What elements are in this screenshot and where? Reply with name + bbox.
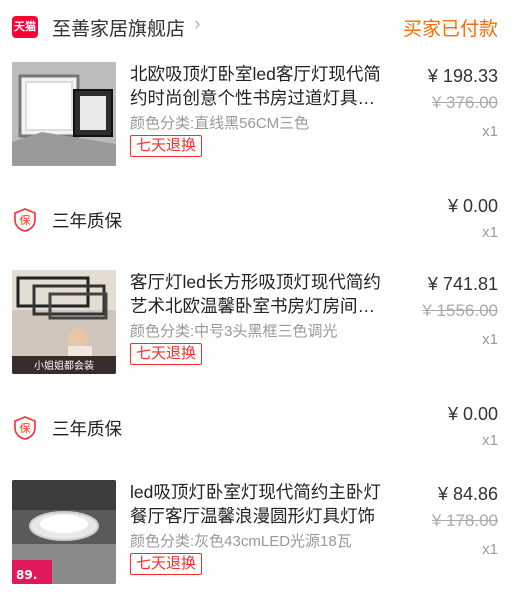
product-title[interactable]: 北欧吸顶灯卧室led客厅灯现代简约时尚创意个性书房过道灯具… [130, 62, 396, 110]
svg-text:小姐姐都会装: 小姐姐都会装 [34, 359, 94, 372]
original-price: ¥ 376.00 [431, 93, 498, 112]
product-title[interactable]: 客厅灯led长方形吸顶灯现代简约艺术北欧温馨卧室书房灯房间… [130, 270, 396, 318]
original-price: ¥ 178.00 [431, 511, 498, 530]
warranty-shield-icon: 保 [14, 208, 36, 232]
product-price: ¥ 198.33 [427, 66, 498, 86]
quantity: x1 [482, 541, 498, 558]
order-item-3[interactable]: 89. led吸顶灯卧室灯现代简约主卧灯餐厅客厅温馨浪漫圆形灯具灯饰 颜色分类:… [0, 480, 518, 592]
order-item-1[interactable]: 北欧吸顶灯卧室led客厅灯现代简约时尚创意个性书房过道灯具… 颜色分类:直线黑5… [0, 62, 518, 174]
svg-text:89.: 89. [16, 568, 37, 582]
seven-day-return-badge: 七天退换 [130, 135, 203, 157]
product-sku: 颜色分类:灰色43cmLED光源18瓦 [130, 533, 352, 550]
warranty-quantity: x1 [482, 432, 498, 449]
svg-text:保: 保 [20, 213, 31, 227]
warranty-label: 三年质保 [52, 419, 122, 439]
svg-text:保: 保 [20, 421, 31, 435]
warranty-price: ¥ 0.00 [447, 404, 498, 424]
product-sku: 颜色分类:中号3头黑框三色调光 [130, 323, 338, 340]
seven-day-return-badge: 七天退换 [130, 553, 203, 575]
seven-day-return-badge: 七天退换 [130, 343, 203, 365]
warranty-label: 三年质保 [52, 211, 122, 231]
product-thumbnail[interactable]: 小姐姐都会装 [12, 270, 116, 374]
product-price: ¥ 84.86 [437, 484, 498, 504]
tmall-logo-icon: 天猫 [12, 16, 38, 38]
chevron-right-icon[interactable]: › [194, 13, 201, 36]
original-price: ¥ 1556.00 [422, 301, 498, 320]
shop-header[interactable]: 天猫 至善家居旗舰店 › 买家已付款 [0, 0, 518, 50]
order-item-2[interactable]: 小姐姐都会装 客厅灯led长方形吸顶灯现代简约艺术北欧温馨卧室书房灯房间… 颜色… [0, 270, 518, 382]
order-status: 买家已付款 [402, 19, 498, 40]
product-thumbnail[interactable] [12, 62, 116, 166]
quantity: x1 [482, 123, 498, 140]
warranty-quantity: x1 [482, 224, 498, 241]
warranty-shield-icon: 保 [14, 416, 36, 440]
product-title[interactable]: led吸顶灯卧室灯现代简约主卧灯餐厅客厅温馨浪漫圆形灯具灯饰 [130, 480, 396, 528]
shop-name[interactable]: 至善家居旗舰店 [52, 14, 185, 41]
warranty-row-1[interactable]: 保 三年质保 ¥ 0.00 x1 [0, 192, 518, 272]
product-sku: 颜色分类:直线黑56CM三色 [130, 115, 310, 132]
warranty-row-2[interactable]: 保 三年质保 ¥ 0.00 x1 [0, 400, 518, 480]
warranty-price: ¥ 0.00 [447, 196, 498, 216]
product-thumbnail[interactable]: 89. [12, 480, 116, 584]
quantity: x1 [482, 331, 498, 348]
product-price: ¥ 741.81 [427, 274, 498, 294]
